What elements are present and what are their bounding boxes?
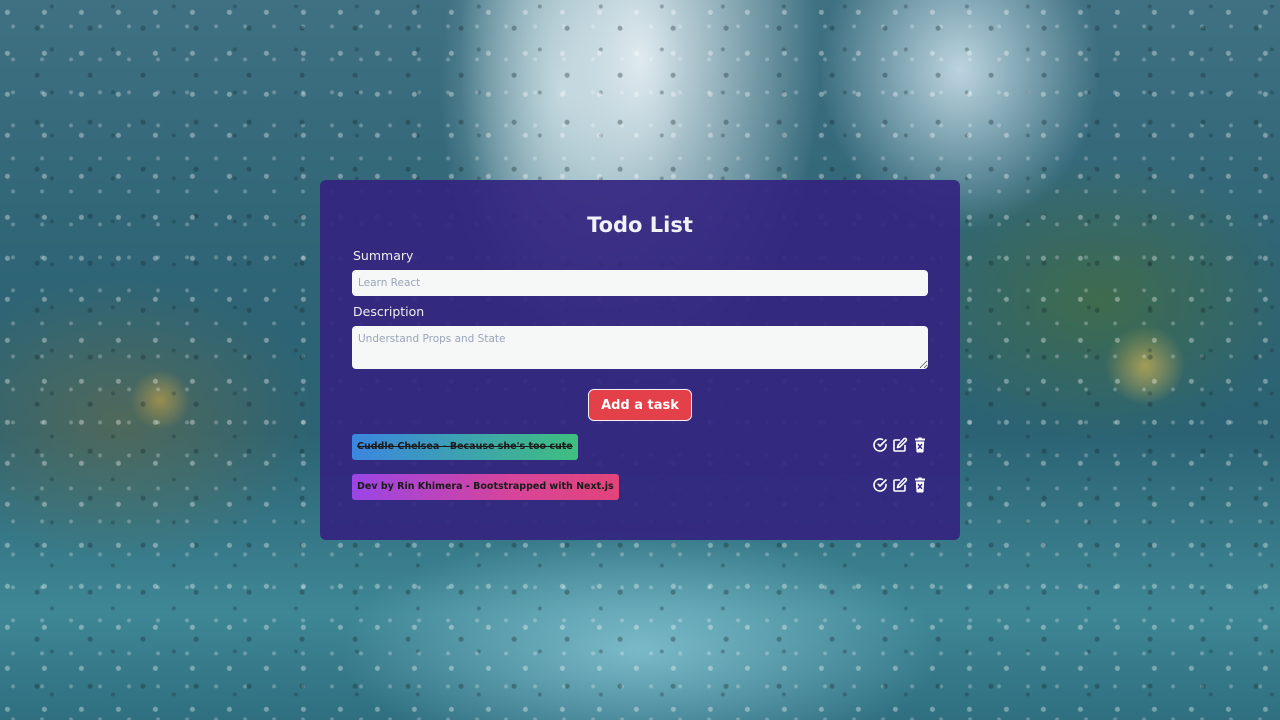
add-row: Add a task bbox=[352, 389, 928, 421]
todo-item: Cuddle Chelsea - Because she's too cute bbox=[352, 434, 928, 460]
description-input[interactable] bbox=[352, 326, 928, 369]
check-circle-icon[interactable] bbox=[872, 477, 888, 493]
check-circle-icon[interactable] bbox=[872, 437, 888, 453]
page-title: Todo List bbox=[587, 213, 693, 237]
todo-card: Todo List Summary Description Add a task… bbox=[320, 180, 960, 540]
todo-pill: Dev by Rin Khimera - Bootstrapped with N… bbox=[352, 474, 619, 500]
todo-text: Dev by Rin Khimera - Bootstrapped with N… bbox=[357, 481, 614, 492]
trash-icon[interactable] bbox=[912, 477, 928, 493]
trash-icon[interactable] bbox=[912, 437, 928, 453]
summary-label: Summary bbox=[353, 248, 414, 263]
description-label: Description bbox=[353, 304, 425, 319]
edit-icon[interactable] bbox=[892, 437, 908, 453]
add-task-button[interactable]: Add a task bbox=[588, 389, 692, 421]
todo-list: Cuddle Chelsea - Because she's too cute bbox=[352, 434, 928, 500]
todo-item: Dev by Rin Khimera - Bootstrapped with N… bbox=[352, 474, 928, 500]
todo-text: Cuddle Chelsea - Because she's too cute bbox=[357, 441, 573, 452]
edit-icon[interactable] bbox=[892, 477, 908, 493]
todo-pill: Cuddle Chelsea - Because she's too cute bbox=[352, 434, 578, 460]
todo-actions bbox=[872, 477, 928, 497]
todo-actions bbox=[872, 437, 928, 457]
summary-input[interactable] bbox=[352, 270, 928, 296]
